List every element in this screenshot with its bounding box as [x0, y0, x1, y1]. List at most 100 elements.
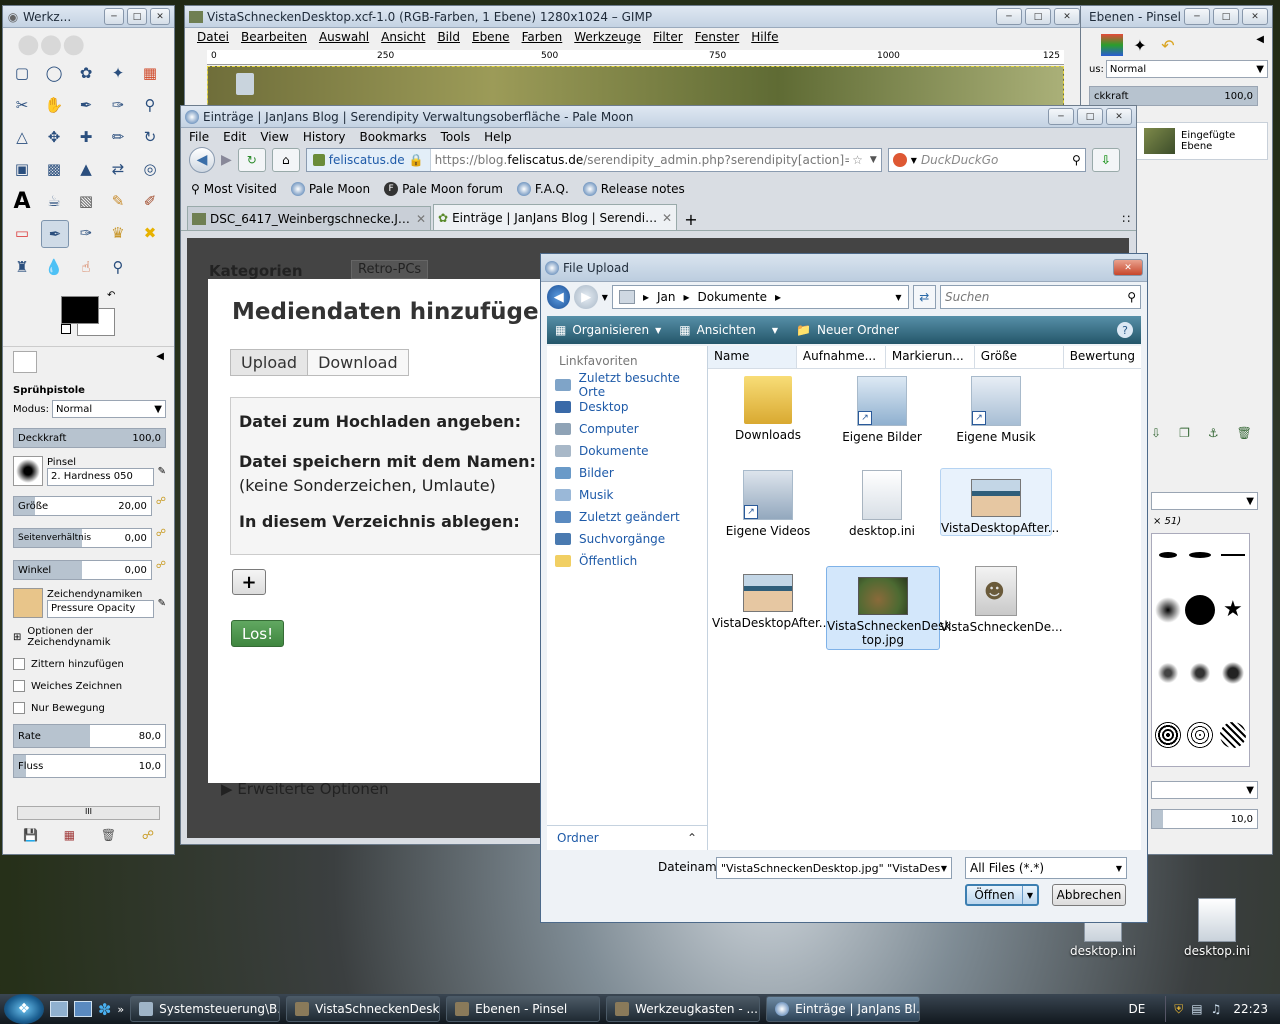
bucket-fill-tool-icon[interactable]: ☕: [41, 188, 67, 214]
column-name[interactable]: Name: [708, 346, 797, 368]
tab-upload[interactable]: Upload: [231, 350, 309, 375]
desktop-icon-ini-2[interactable]: desktop.ini: [1182, 898, 1252, 958]
menu-file[interactable]: File: [189, 130, 209, 144]
breadcrumb-dokumente[interactable]: Dokumente: [698, 290, 768, 304]
measure-tool-icon[interactable]: △: [9, 124, 35, 150]
volume-icon[interactable]: ♫: [1211, 1002, 1222, 1016]
ellipse-select-tool-icon[interactable]: ◯: [41, 60, 67, 86]
clone-tool-icon[interactable]: ♛: [105, 220, 131, 246]
chevron-down-icon[interactable]: ▼: [895, 293, 901, 302]
text-tool-icon[interactable]: A: [9, 188, 35, 214]
swap-colors-icon[interactable]: ↶: [107, 290, 115, 301]
menu-auswahl[interactable]: Auswahl: [319, 30, 369, 44]
mode-select[interactable]: Normal ▼: [52, 400, 166, 418]
bookmark-forum[interactable]: F Pale Moon forum: [384, 182, 503, 196]
rotate-tool-icon[interactable]: ↻: [137, 124, 163, 150]
chevron-down-icon[interactable]: ▼: [941, 864, 947, 873]
file-item[interactable]: ☻ VistaSchneckenDe...: [940, 566, 1063, 634]
search-bar[interactable]: ▼ DuckDuckGo ⚲: [887, 148, 1086, 172]
layers-titlebar[interactable]: Ebenen - Pinsel ─ □ ✕: [1081, 6, 1272, 28]
back-button[interactable]: ◀: [189, 147, 215, 173]
smudge-tool-icon[interactable]: ☝: [73, 254, 99, 280]
reset-angle-icon[interactable]: ☍: [156, 560, 166, 571]
nav-recently-changed[interactable]: Zuletzt geändert: [555, 506, 707, 528]
dynamics-preview[interactable]: [13, 588, 43, 618]
menu-history[interactable]: History: [303, 130, 346, 144]
brush-fuzzy-icon[interactable]: [1155, 596, 1182, 623]
file-type-select[interactable]: All Files (*.*) ▼: [965, 857, 1127, 879]
file-item[interactable]: VistaDesktopAfter...: [940, 468, 1059, 536]
gimp-image-titlebar[interactable]: VistaSchneckenDesktop.xcf-1.0 (RGB-Farbe…: [185, 6, 1084, 28]
brush-texture-icon[interactable]: [1155, 721, 1182, 748]
quick-launch-more-icon[interactable]: »: [117, 1003, 124, 1016]
menu-bild[interactable]: Bild: [437, 30, 460, 44]
reset-size-icon[interactable]: ☍: [156, 496, 166, 507]
nav-documents[interactable]: Dokumente: [555, 440, 707, 462]
file-item[interactable]: VistaDesktopAfter...: [712, 566, 830, 630]
menu-ebene[interactable]: Ebene: [472, 30, 510, 44]
recent-pages-icon[interactable]: ▼: [602, 293, 608, 302]
foreground-select-tool-icon[interactable]: ✋: [41, 92, 67, 118]
open-button[interactable]: Öffnen: [967, 886, 1022, 904]
network-icon[interactable]: ▤: [1191, 1002, 1202, 1016]
toolbox-close-button[interactable]: ✕: [150, 8, 170, 25]
brush-splatter-icon[interactable]: [1156, 661, 1181, 686]
scissors-tool-icon[interactable]: ✂: [9, 92, 35, 118]
free-select-tool-icon[interactable]: ✿: [73, 60, 99, 86]
brush-line-icon[interactable]: [1220, 554, 1245, 557]
close-tab-icon[interactable]: ✕: [416, 212, 426, 226]
heal-tool-icon[interactable]: ✖: [137, 220, 163, 246]
angle-slider[interactable]: Winkel 0,00: [13, 560, 152, 580]
menu-help[interactable]: Help: [484, 130, 511, 144]
brushes-tag-select[interactable]: ▼: [1151, 781, 1258, 799]
file-item[interactable]: ↗ Eigene Videos: [712, 470, 824, 538]
browser-titlebar[interactable]: Einträge | JanJans Blog | Serendipity Ve…: [181, 106, 1136, 128]
duplicate-layer-icon[interactable]: ❐: [1179, 426, 1190, 440]
column-size[interactable]: Größe: [975, 346, 1064, 368]
switch-windows-icon[interactable]: [74, 1001, 92, 1017]
nav-searches[interactable]: Suchvorgänge: [555, 528, 707, 550]
filename-input[interactable]: "VistaSchneckenDesktop.jpg" "VistaDeskto…: [716, 857, 952, 879]
blend-tool-icon[interactable]: ▧: [73, 188, 99, 214]
align-tool-icon[interactable]: ✚: [73, 124, 99, 150]
edit-brush-icon[interactable]: ✎: [158, 466, 166, 477]
forward-button[interactable]: ▶: [574, 285, 598, 309]
taskbar-item-gimp-image[interactable]: VistaSchneckenDesk...: [286, 996, 441, 1022]
file-item[interactable]: ↗ Eigene Musik: [940, 376, 1052, 444]
tool-options-tab-icon[interactable]: [13, 351, 37, 373]
nav-desktop[interactable]: Desktop: [555, 396, 707, 418]
reload-button[interactable]: ↻: [237, 148, 266, 172]
brush-texture-icon[interactable]: [1187, 721, 1214, 748]
menu-farben[interactable]: Farben: [522, 30, 563, 44]
new-tab-button[interactable]: +: [679, 208, 703, 230]
flip-tool-icon[interactable]: ⇄: [105, 156, 131, 182]
zoom-tool-icon[interactable]: ⚲: [137, 92, 163, 118]
menu-werkzeuge[interactable]: Werkzeuge: [574, 30, 641, 44]
layers-maximize-button[interactable]: □: [1213, 8, 1239, 25]
jitter-checkbox[interactable]: Zittern hinzufügen: [13, 658, 166, 670]
menu-edit[interactable]: Edit: [223, 130, 246, 144]
rate-slider[interactable]: Rate 80,0: [13, 724, 166, 748]
brush-star-icon[interactable]: ★: [1223, 597, 1243, 622]
home-button[interactable]: ⌂: [271, 148, 300, 172]
browser-minimize-button[interactable]: ─: [1048, 108, 1074, 125]
layers-mode-select[interactable]: Normal ▼: [1105, 60, 1268, 78]
tool-options-menu-icon[interactable]: ◀: [156, 351, 164, 373]
security-shield-icon[interactable]: ⛨: [1174, 1002, 1183, 1017]
search-engine-dropdown-icon[interactable]: ▼: [911, 156, 917, 165]
anchor-layer-icon[interactable]: ⚓: [1208, 426, 1219, 440]
brush-name-field[interactable]: 2. Hardness 050: [47, 467, 154, 486]
shear-tool-icon[interactable]: ▩: [41, 156, 67, 182]
eraser-tool-icon[interactable]: ▭: [9, 220, 35, 246]
tab-list-icon[interactable]: ∷: [1122, 212, 1130, 226]
file-item[interactable]: Downloads: [712, 376, 824, 442]
minimize-button[interactable]: ─: [996, 8, 1022, 25]
file-item[interactable]: ↗ Eigene Bilder: [826, 376, 938, 444]
default-colors-icon[interactable]: [61, 324, 71, 334]
internet-explorer-icon[interactable]: ✽: [98, 1000, 111, 1019]
taskbar-item-toolbox[interactable]: Werkzeugkasten - ...: [606, 996, 761, 1022]
dynamics-options-expander[interactable]: ⊞ Optionen der Zeichendynamik: [13, 626, 166, 648]
dodge-burn-tool-icon[interactable]: ⚲: [105, 254, 131, 280]
brush-texture-icon[interactable]: [1219, 721, 1246, 748]
close-tab-icon[interactable]: ✕: [662, 211, 672, 225]
